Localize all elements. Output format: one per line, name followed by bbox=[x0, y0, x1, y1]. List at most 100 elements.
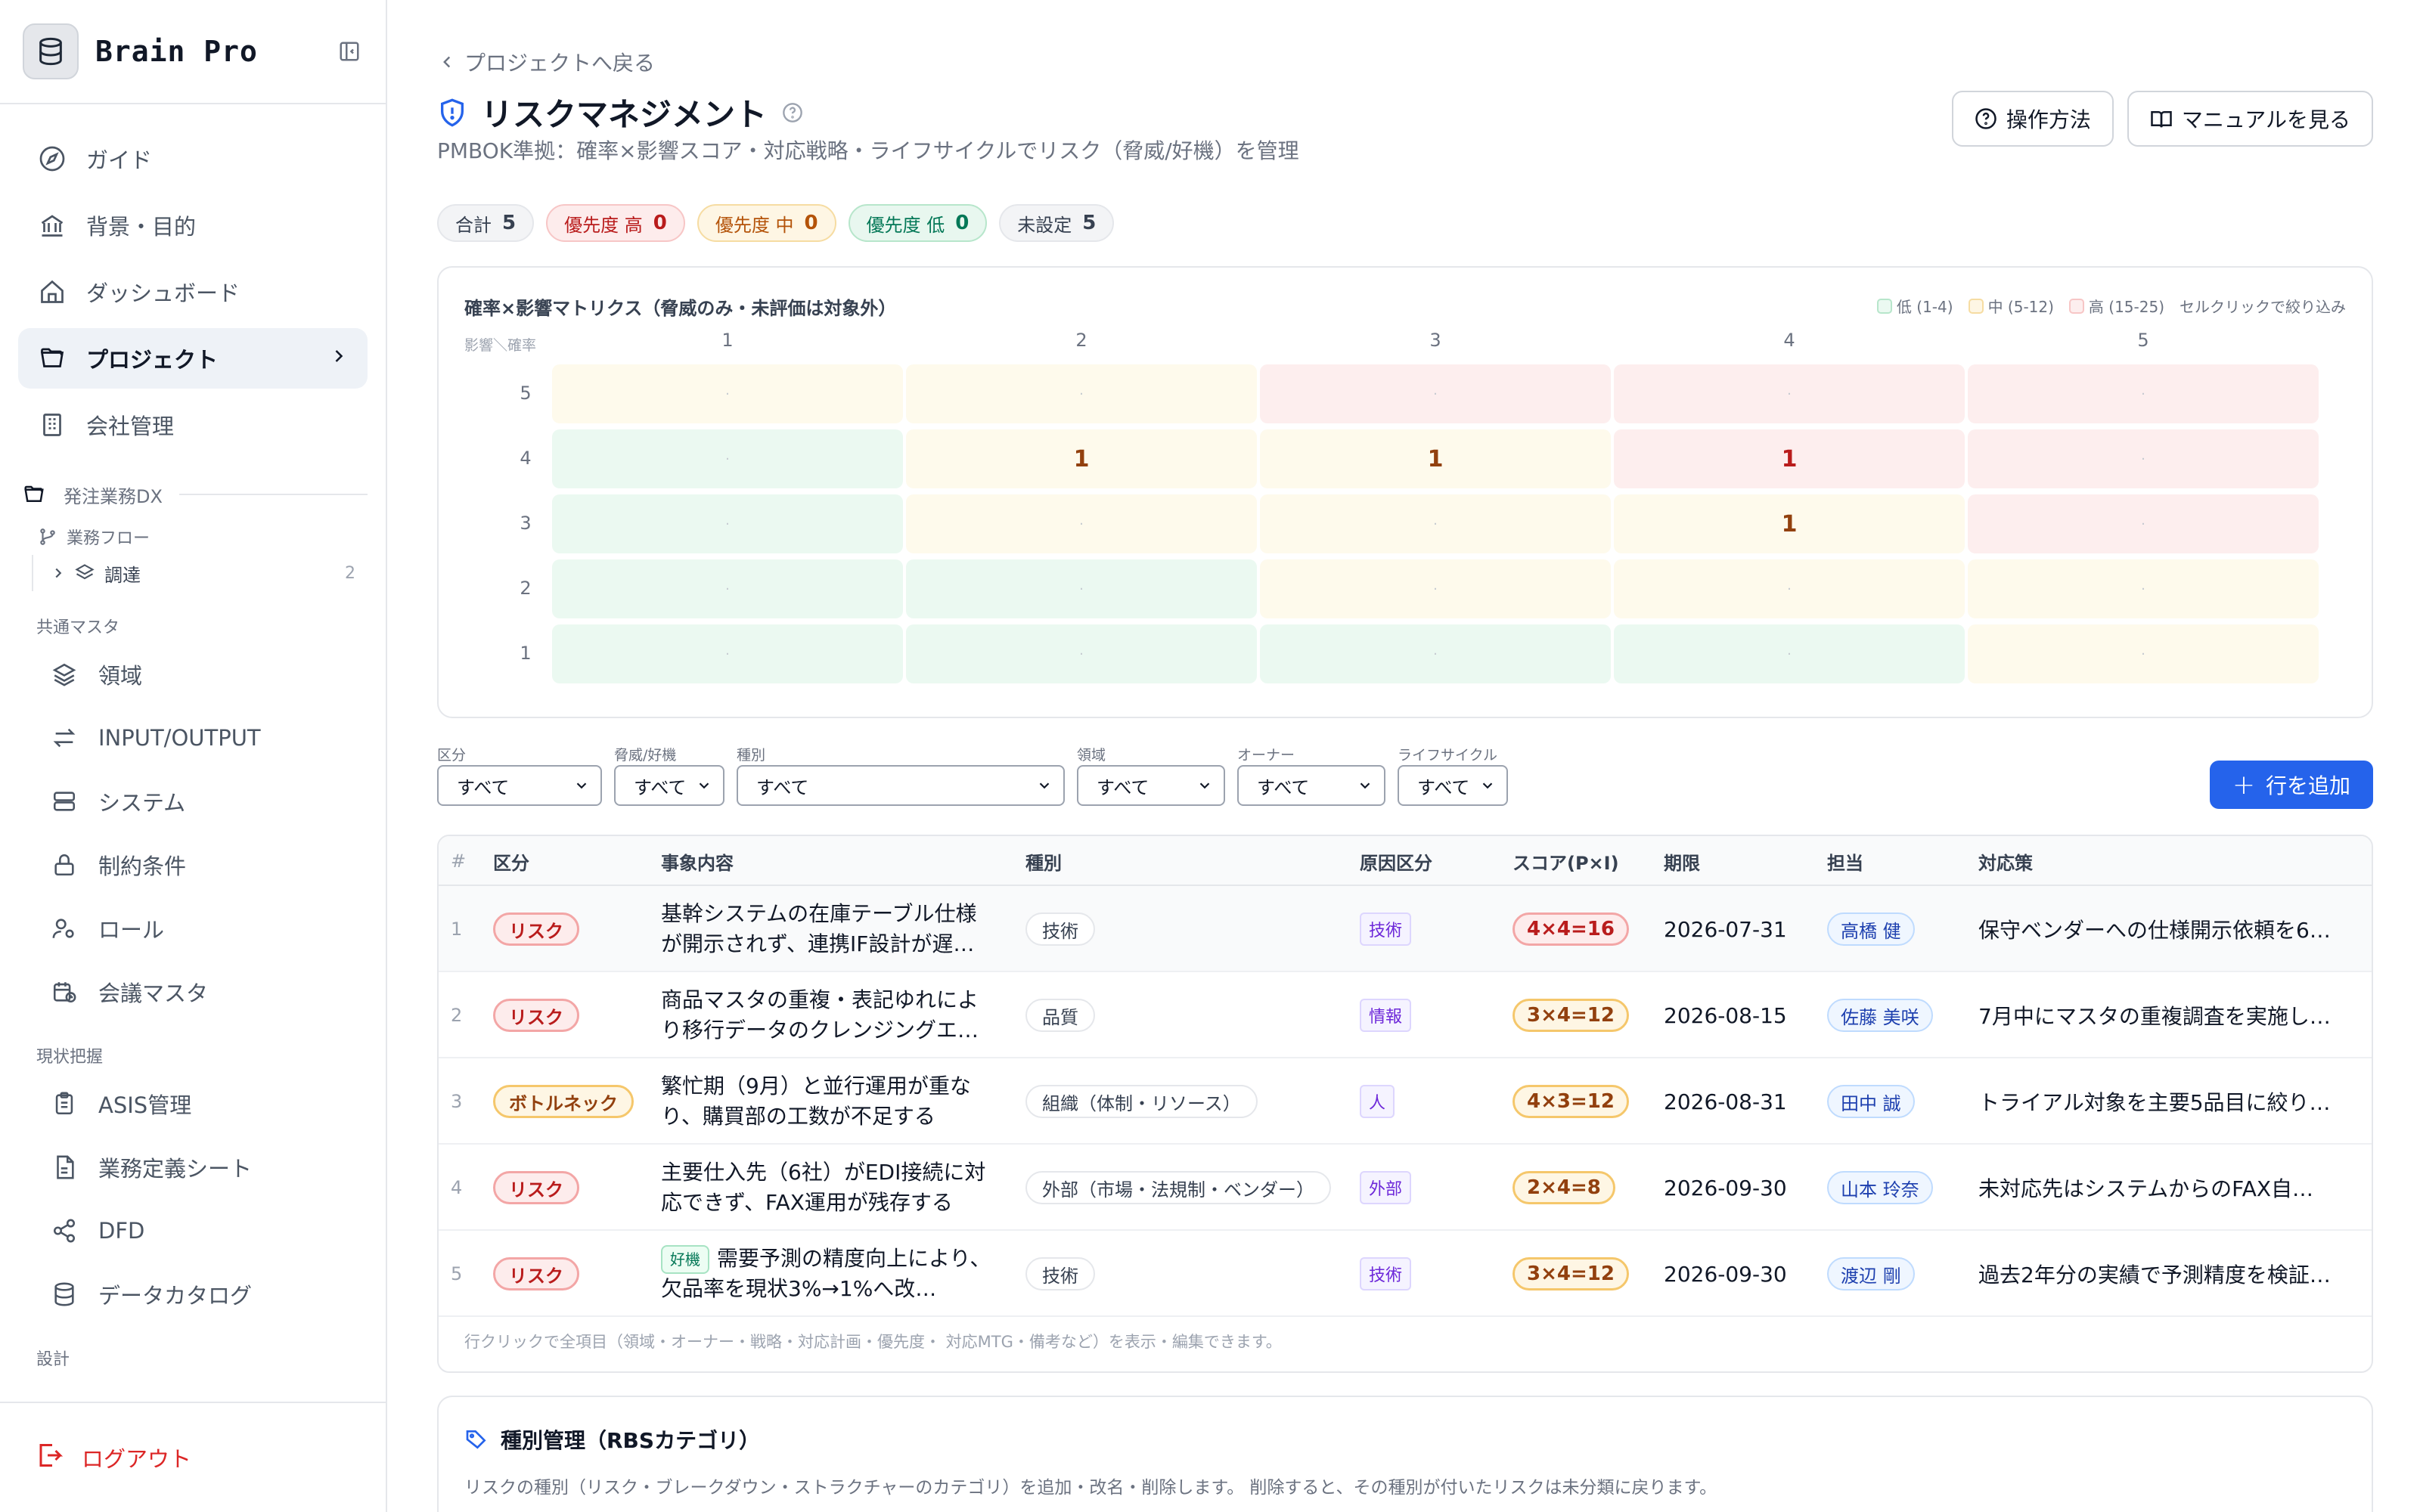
database-logo-icon bbox=[23, 23, 79, 79]
th-category[interactable]: 区分 bbox=[493, 836, 529, 886]
matrix-cell-empty: · bbox=[1787, 646, 1792, 662]
table-row[interactable]: 4 リスク 主要仕入先（6社）がEDI接続に対応できず、FAX運用が残存する 外… bbox=[439, 1145, 2372, 1231]
table-row[interactable]: 2 リスク 商品マスタの重複・表記ゆれにより移行データのクレンジングエ… 品質 … bbox=[439, 972, 2372, 1058]
matrix-cell-count: 1 bbox=[1427, 445, 1444, 472]
matrix-cell[interactable]: · bbox=[1968, 429, 2319, 488]
group-label-common-master: 共通マスタ bbox=[36, 618, 120, 637]
nav-item-guide[interactable]: ガイド bbox=[18, 129, 368, 189]
matrix-cell[interactable]: · bbox=[552, 559, 903, 618]
th-owner[interactable]: 担当 bbox=[1827, 836, 1863, 886]
summary-high[interactable]: 優先度 高0 bbox=[546, 204, 685, 242]
matrix-cell[interactable]: · bbox=[1968, 494, 2319, 553]
th-score[interactable]: スコア(P×I) bbox=[1512, 836, 1619, 886]
matrix-cell[interactable]: 1 bbox=[906, 429, 1257, 488]
category-badge: リスク bbox=[493, 1171, 579, 1204]
nav-item-role[interactable]: ロール bbox=[30, 900, 368, 957]
summary-low[interactable]: 優先度 低0 bbox=[848, 204, 988, 242]
filter-bar: 区分 すべて 脅威/好機 すべて 種別 すべて 領域 すべて オーナー すべて … bbox=[437, 744, 1508, 806]
group-label-current: 現状把握 bbox=[36, 1048, 104, 1067]
summary-total[interactable]: 合計 5 bbox=[437, 204, 535, 242]
matrix-cell-empty: · bbox=[1433, 386, 1438, 402]
nav-item-data-catalog[interactable]: データカタログ bbox=[30, 1266, 368, 1323]
project-section-header[interactable]: 発注業務DX bbox=[23, 478, 368, 511]
th-description[interactable]: 事象内容 bbox=[661, 836, 734, 886]
th-cause[interactable]: 原因区分 bbox=[1360, 836, 1432, 886]
th-measure[interactable]: 対応策 bbox=[1978, 836, 2033, 886]
nav-item-constraints[interactable]: 制約条件 bbox=[30, 836, 368, 894]
logout-button[interactable]: ログアウト bbox=[0, 1402, 386, 1512]
nav-item-system[interactable]: システム bbox=[30, 773, 368, 830]
how-to-button[interactable]: 操作方法 bbox=[1951, 91, 2114, 147]
category-select[interactable]: すべて bbox=[437, 765, 602, 806]
lifecycle-select[interactable]: すべて bbox=[1398, 765, 1508, 806]
nav-item-asis[interactable]: ASIS管理 bbox=[30, 1075, 368, 1132]
manual-button[interactable]: マニュアルを見る bbox=[2127, 91, 2373, 147]
matrix-cell[interactable]: · bbox=[552, 429, 903, 488]
matrix-cell[interactable]: · bbox=[552, 624, 903, 683]
nav-item-project[interactable]: プロジェクト bbox=[18, 328, 368, 389]
matrix-col-header: 1 bbox=[721, 330, 734, 351]
nav-item-domain[interactable]: 領域 bbox=[30, 646, 368, 703]
matrix-cell[interactable]: · bbox=[552, 364, 903, 423]
matrix-cell-empty: · bbox=[725, 451, 730, 467]
chevron-down-icon bbox=[1482, 782, 1493, 789]
matrix-cell[interactable]: · bbox=[552, 494, 903, 553]
matrix-col-header: 5 bbox=[2137, 330, 2149, 351]
matrix-cell-empty: · bbox=[1787, 581, 1792, 597]
matrix-cell[interactable]: · bbox=[1614, 624, 1965, 683]
row-measure: 7月中にマスタの重複調査を実施し… bbox=[1978, 1004, 2331, 1029]
summary-unset[interactable]: 未設定 5 bbox=[999, 204, 1115, 242]
calendar-clock-icon bbox=[48, 976, 80, 1008]
matrix-cell-empty: · bbox=[2141, 386, 2145, 402]
matrix-cell[interactable]: · bbox=[1968, 624, 2319, 683]
matrix-cell[interactable]: · bbox=[1260, 364, 1611, 423]
matrix-cell[interactable]: · bbox=[906, 494, 1257, 553]
category-management-description: リスクの種別（リスク・ブレークダウン・ストラクチャーのカテゴリ）を追加・改名・削… bbox=[464, 1478, 1717, 1498]
chevron-down-icon bbox=[576, 782, 587, 789]
table-row[interactable]: 5 リスク 好機 需要予測の精度向上により、欠品率を現状3%→1%へ改… 技術 技… bbox=[439, 1231, 2372, 1317]
matrix-cell[interactable]: 1 bbox=[1614, 429, 1965, 488]
threat-opp-select[interactable]: すべて bbox=[614, 765, 724, 806]
chevron-right-icon bbox=[55, 568, 62, 578]
matrix-cell-empty: · bbox=[725, 646, 730, 662]
matrix-cell[interactable]: 1 bbox=[1260, 429, 1611, 488]
matrix-cell[interactable]: · bbox=[1614, 364, 1965, 423]
owner-select[interactable]: すべて bbox=[1237, 765, 1385, 806]
category-management-title: 種別管理（RBSカテゴリ） bbox=[464, 1424, 760, 1455]
type-select[interactable]: すべて bbox=[737, 765, 1065, 806]
legend-swatch-mid bbox=[1968, 298, 1984, 314]
nav-item-dfd[interactable]: DFD bbox=[30, 1202, 368, 1259]
project-section-label: 発注業務DX bbox=[64, 485, 163, 507]
nav-item-definition-sheet[interactable]: 業務定義シート bbox=[30, 1139, 368, 1196]
flow-item-procurement[interactable]: 調達 2 bbox=[32, 555, 355, 591]
matrix-cell[interactable]: · bbox=[906, 624, 1257, 683]
matrix-cell[interactable]: · bbox=[906, 559, 1257, 618]
matrix-cell-count: 1 bbox=[1073, 445, 1090, 472]
matrix-cell[interactable]: · bbox=[1260, 559, 1611, 618]
matrix-row-header: 1 bbox=[520, 643, 532, 664]
filter-threat-opp: 脅威/好機 すべて bbox=[614, 744, 724, 806]
add-row-button[interactable]: + 行を追加 bbox=[2209, 761, 2373, 809]
summary-mid[interactable]: 優先度 中0 bbox=[697, 204, 836, 242]
matrix-cell[interactable]: · bbox=[1968, 559, 2319, 618]
nav-item-dashboard[interactable]: ダッシュボード bbox=[18, 262, 368, 322]
nav-item-meeting-master[interactable]: 会議マスタ bbox=[30, 963, 368, 1021]
shield-alert-icon bbox=[441, 98, 464, 126]
matrix-cell[interactable]: · bbox=[1260, 494, 1611, 553]
matrix-cell[interactable]: · bbox=[1260, 624, 1611, 683]
nav-item-background[interactable]: 背景・目的 bbox=[18, 195, 368, 256]
nav-item-company[interactable]: 会社管理 bbox=[18, 395, 368, 455]
table-row[interactable]: 1 リスク 基幹システムの在庫テーブル仕様が開示されず、連携IF設計が遅… 技術… bbox=[439, 886, 2372, 972]
matrix-cell[interactable]: · bbox=[1614, 559, 1965, 618]
matrix-cell[interactable]: · bbox=[906, 364, 1257, 423]
matrix-cell[interactable]: 1 bbox=[1614, 494, 1965, 553]
th-type[interactable]: 種別 bbox=[1025, 836, 1062, 886]
nav-item-input-output[interactable]: INPUT/OUTPUT bbox=[30, 709, 368, 767]
back-link[interactable]: プロジェクトへ戻る bbox=[437, 47, 655, 77]
flow-item-count: 2 bbox=[345, 563, 355, 583]
matrix-cell[interactable]: · bbox=[1968, 364, 2319, 423]
domain-select[interactable]: すべて bbox=[1077, 765, 1225, 806]
table-row[interactable]: 3 ボトルネック 繁忙期（9月）と並行運用が重なり、購買部の工数が不足する 組織… bbox=[439, 1058, 2372, 1145]
sidebar-collapse-icon[interactable] bbox=[336, 38, 363, 65]
th-due[interactable]: 期限 bbox=[1664, 836, 1700, 886]
